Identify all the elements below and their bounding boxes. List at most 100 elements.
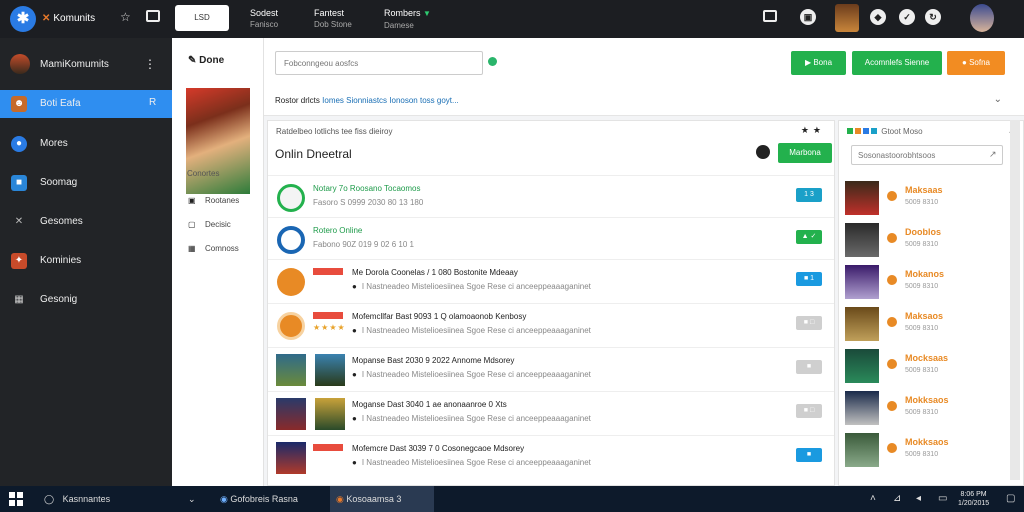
- status-badge[interactable]: ■ □: [796, 404, 822, 418]
- top-menu-fantest[interactable]: Fantest Dob Stone: [314, 7, 352, 31]
- refresh-icon[interactable]: ↻: [925, 9, 941, 25]
- status-dot-icon: [887, 233, 897, 243]
- toolbar: ▶ Bona Acomnlefs Sienne ● Sofna Rostor d…: [264, 38, 1024, 116]
- sidebar-item-mores[interactable]: ● Mores: [0, 130, 172, 158]
- list-item[interactable]: ★★★★ Mofemcllfar Bast 9093 1 Q olamoaono…: [268, 303, 834, 347]
- workspace-pill[interactable]: LSD: [175, 5, 229, 31]
- pin-icons[interactable]: ★★: [801, 125, 825, 136]
- panel-item[interactable]: Mokksaos 5009 8310: [839, 387, 1023, 429]
- battery-icon[interactable]: ▭: [938, 486, 947, 512]
- list-item[interactable]: Me Dorola Coonelas / 1 080 Bostonite Mde…: [268, 259, 834, 303]
- notification-icon[interactable]: ▢: [1006, 486, 1015, 512]
- scrollbar[interactable]: [1010, 120, 1020, 480]
- sidebar-item-gesomes[interactable]: ✕ Gesomes: [0, 208, 172, 236]
- bookmark-icon[interactable]: [146, 10, 160, 22]
- panel-item[interactable]: Mokanos 5009 8310: [839, 261, 1023, 303]
- chevron-down-icon[interactable]: ⌄: [188, 486, 196, 512]
- list-item[interactable]: Moganse Dast 3040 1 ae anonaanroe 0 Xts …: [268, 391, 834, 435]
- character-image[interactable]: [186, 88, 250, 194]
- app-icon: [277, 226, 305, 254]
- list-item[interactable]: Notary 7o Roosano Tocaomos Fasoro S 0999…: [268, 175, 834, 219]
- sidebar-account[interactable]: MamiKomumits ⋮: [10, 54, 162, 74]
- app-icon: [277, 312, 305, 340]
- account-avatar: [10, 54, 30, 74]
- marbona-button[interactable]: Marbona: [778, 143, 832, 163]
- orange-button[interactable]: ● Sofna: [947, 51, 1005, 75]
- chevron-down-icon[interactable]: ⌄: [994, 94, 1002, 105]
- page-title: Onlin Dneetral: [275, 147, 352, 161]
- sidebar-item-kominies[interactable]: ✦ Kominies: [0, 247, 172, 275]
- main-area: ▶ Bona Acomnlefs Sienne ● Sofna Rostor d…: [264, 38, 1024, 486]
- list-item[interactable]: Mofemcre Dast 3039 7 0 Cosonegcaoe Mdsor…: [268, 435, 834, 479]
- taskbar-search[interactable]: ◯ Kasnnantes: [44, 486, 110, 512]
- search-input[interactable]: [275, 51, 483, 75]
- sidebar-item-gesonig[interactable]: ▦ Gesonig: [0, 286, 172, 314]
- status-badge[interactable]: ▲ ✓: [796, 230, 822, 244]
- tab-dot-icon[interactable]: [855, 128, 861, 134]
- bullet-icon: ●: [352, 458, 357, 467]
- status-badge[interactable]: ■: [796, 360, 822, 374]
- clock[interactable]: 8:06 PM 1/20/2015: [958, 490, 989, 508]
- game-thumbnail: [845, 223, 879, 257]
- app-logo-icon[interactable]: ✱: [10, 6, 36, 32]
- brand[interactable]: ✕ Komunits: [42, 13, 95, 24]
- red-tag: [313, 268, 343, 275]
- top-bar: ✱ ✕ Komunits ☆ LSD Sodest Fanisco Fantest D…: [0, 0, 1024, 38]
- more-icon[interactable]: ⋮: [144, 57, 156, 71]
- left-link-comnoss[interactable]: ▦ Comnoss: [188, 244, 239, 253]
- sidebar-item-soomag[interactable]: ■ Soomag: [0, 169, 172, 197]
- profile-card-icon[interactable]: ▣: [800, 9, 816, 25]
- mail-icon[interactable]: [763, 10, 777, 22]
- chevron-up-icon[interactable]: ˄: [870, 486, 876, 512]
- list-item[interactable]: Rotero Online Fabono 90Z 019 9 02 6 10 1…: [268, 217, 834, 261]
- top-menu-sodest[interactable]: Sodest Fanisco: [250, 7, 278, 31]
- status-badge[interactable]: ■ □: [796, 316, 822, 330]
- volume-icon[interactable]: ◂: [916, 486, 921, 512]
- panel-item[interactable]: Mocksaas 5009 8310: [839, 345, 1023, 387]
- top-menu-rombers[interactable]: Rombers ▼ Damese: [384, 7, 431, 32]
- tab-dot-icon[interactable]: [847, 128, 853, 134]
- game-avatar[interactable]: [835, 4, 859, 32]
- game-thumbnail: [845, 391, 879, 425]
- list-item[interactable]: Mopanse Bast 2030 9 2022 Annome Mdsorey …: [268, 347, 834, 391]
- square-outline-icon: ▢: [188, 220, 196, 229]
- status-badge[interactable]: ■: [796, 448, 822, 462]
- panel-item[interactable]: Mokksaos 5009 8310: [839, 429, 1023, 471]
- tab-dot-icon[interactable]: [863, 128, 869, 134]
- red-tag: [313, 312, 343, 319]
- status-dot-icon: [887, 317, 897, 327]
- panel-search-input[interactable]: [851, 145, 1003, 165]
- left-link-rootanes[interactable]: ▣ Rootanes: [188, 196, 239, 205]
- play-button[interactable]: ▶ Bona: [791, 51, 846, 75]
- user-avatar[interactable]: [970, 4, 994, 32]
- avatar-icon: ☻: [11, 96, 27, 112]
- status-dot-icon: [887, 359, 897, 369]
- content-card: Ratdelbeo lotlichs tee fiss dieiroy ★★ O…: [267, 120, 835, 486]
- game-thumbnail: [845, 433, 879, 467]
- taskbar-app-active[interactable]: ◉ Kosoaamsa 3: [330, 486, 434, 512]
- hint-link[interactable]: Iomes Sionniastcs Ionoson toss goyt...: [322, 96, 459, 105]
- star-icon[interactable]: ☆: [120, 10, 131, 24]
- game-thumbnail: [845, 349, 879, 383]
- status-badge[interactable]: ■ 1: [796, 272, 822, 286]
- shield-icon[interactable]: ◆: [870, 9, 886, 25]
- action-button[interactable]: Acomnlefs Sienne: [852, 51, 942, 75]
- sidebar-item-boti-eafa[interactable]: ☻ Boti Eafa R: [0, 90, 172, 118]
- panel-item[interactable]: Maksaas 5009 8310: [839, 177, 1023, 219]
- arrow-icon[interactable]: ↗: [989, 149, 997, 160]
- pencil-icon: ✎: [188, 55, 200, 66]
- left-link-decisic[interactable]: ▢ Decisic: [188, 220, 231, 229]
- status-icon[interactable]: ✓: [899, 9, 915, 25]
- left-heading: ✎ Done: [188, 55, 225, 66]
- panel-item[interactable]: Maksaos 5009 8310: [839, 303, 1023, 345]
- network-icon[interactable]: ⊿: [893, 486, 901, 512]
- bullet-icon: ●: [352, 282, 357, 291]
- status-dot-icon: [887, 275, 897, 285]
- windows-start-icon[interactable]: [9, 492, 23, 506]
- settings-dot-icon[interactable]: [756, 145, 770, 159]
- taskbar-app[interactable]: ◉ Gofobreis Rasna: [214, 486, 326, 512]
- tab-dot-icon[interactable]: [871, 128, 877, 134]
- panel-item[interactable]: Dooblos 5009 8310: [839, 219, 1023, 261]
- status-badge[interactable]: 1 3: [796, 188, 822, 202]
- app-icon: [277, 184, 305, 212]
